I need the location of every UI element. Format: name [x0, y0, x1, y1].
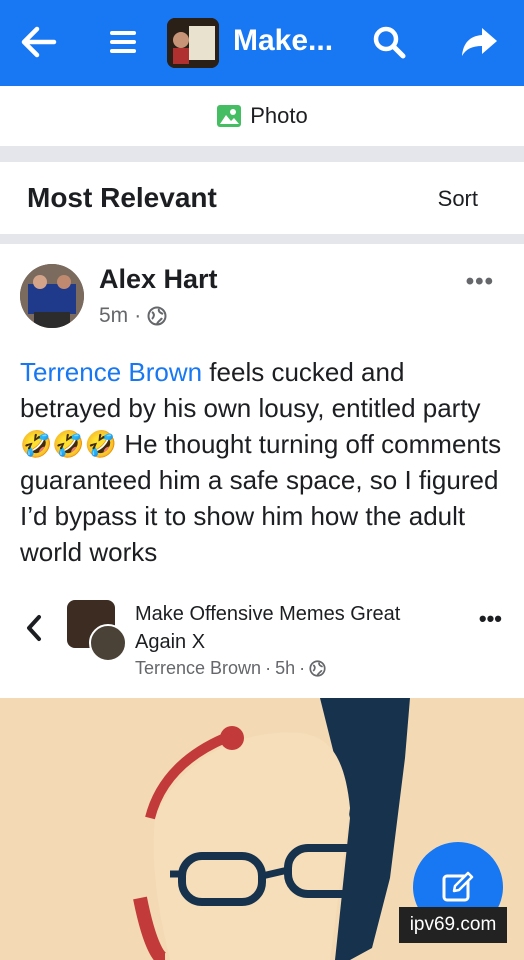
top-bar: Make... [0, 0, 524, 86]
section-divider [0, 234, 524, 244]
photo-icon [217, 105, 242, 127]
share-button[interactable] [457, 20, 501, 64]
globe-icon [309, 660, 326, 677]
meta-dot: · [299, 658, 306, 678]
shared-more-button[interactable]: ••• [479, 606, 502, 632]
photo-label: Photo [250, 103, 308, 128]
shared-by[interactable]: Terrence Brown [135, 658, 261, 679]
photo-composer-button[interactable]: Photo [0, 86, 524, 146]
post-meta: 5m · [99, 304, 167, 328]
group-thumbnail[interactable] [167, 18, 219, 68]
shared-author-avatar[interactable] [89, 624, 127, 662]
laughing-emoji: 🤣🤣🤣 [20, 429, 118, 459]
shared-post-header: Make Offensive Memes Great Again X Terre… [0, 594, 524, 694]
search-button[interactable] [367, 20, 411, 64]
edit-icon [442, 871, 474, 902]
meta-dot: · [134, 304, 142, 327]
back-button[interactable] [17, 20, 61, 64]
sort-button[interactable]: Sort [438, 186, 478, 212]
most-relevant-heading: Most Relevant [27, 182, 217, 213]
shared-group-name[interactable]: Make Offensive Memes Great Again X [135, 600, 445, 656]
menu-button[interactable] [101, 20, 145, 64]
menu-icon [110, 31, 136, 53]
avatar-photo-icon [20, 264, 84, 328]
watermark: ipv69.com [399, 907, 507, 943]
group-photo-icon [167, 18, 219, 68]
post-author[interactable]: Alex Hart [99, 264, 218, 295]
post-card: Alex Hart 5m · ••• Terrence Brown feels … [0, 244, 524, 698]
shared-meta: Terrence Brown · 5h · [135, 658, 326, 679]
post-time[interactable]: 5m [99, 304, 128, 328]
arrow-left-icon [21, 26, 57, 58]
meta-dot: · [265, 658, 272, 678]
group-title[interactable]: Make... [233, 24, 333, 58]
section-divider [0, 146, 524, 162]
shared-time[interactable]: 5h [275, 658, 295, 679]
post-text: Terrence Brown feels cucked and betrayed… [20, 354, 504, 570]
author-avatar[interactable] [20, 264, 84, 328]
chevron-left-icon[interactable] [24, 614, 44, 642]
search-icon [373, 26, 406, 59]
comments-filter-row: Most Relevant Sort [0, 162, 524, 234]
mention-link[interactable]: Terrence Brown [20, 357, 202, 387]
post-more-button[interactable]: ••• [466, 268, 494, 296]
globe-icon [147, 306, 167, 326]
share-icon [462, 28, 497, 56]
